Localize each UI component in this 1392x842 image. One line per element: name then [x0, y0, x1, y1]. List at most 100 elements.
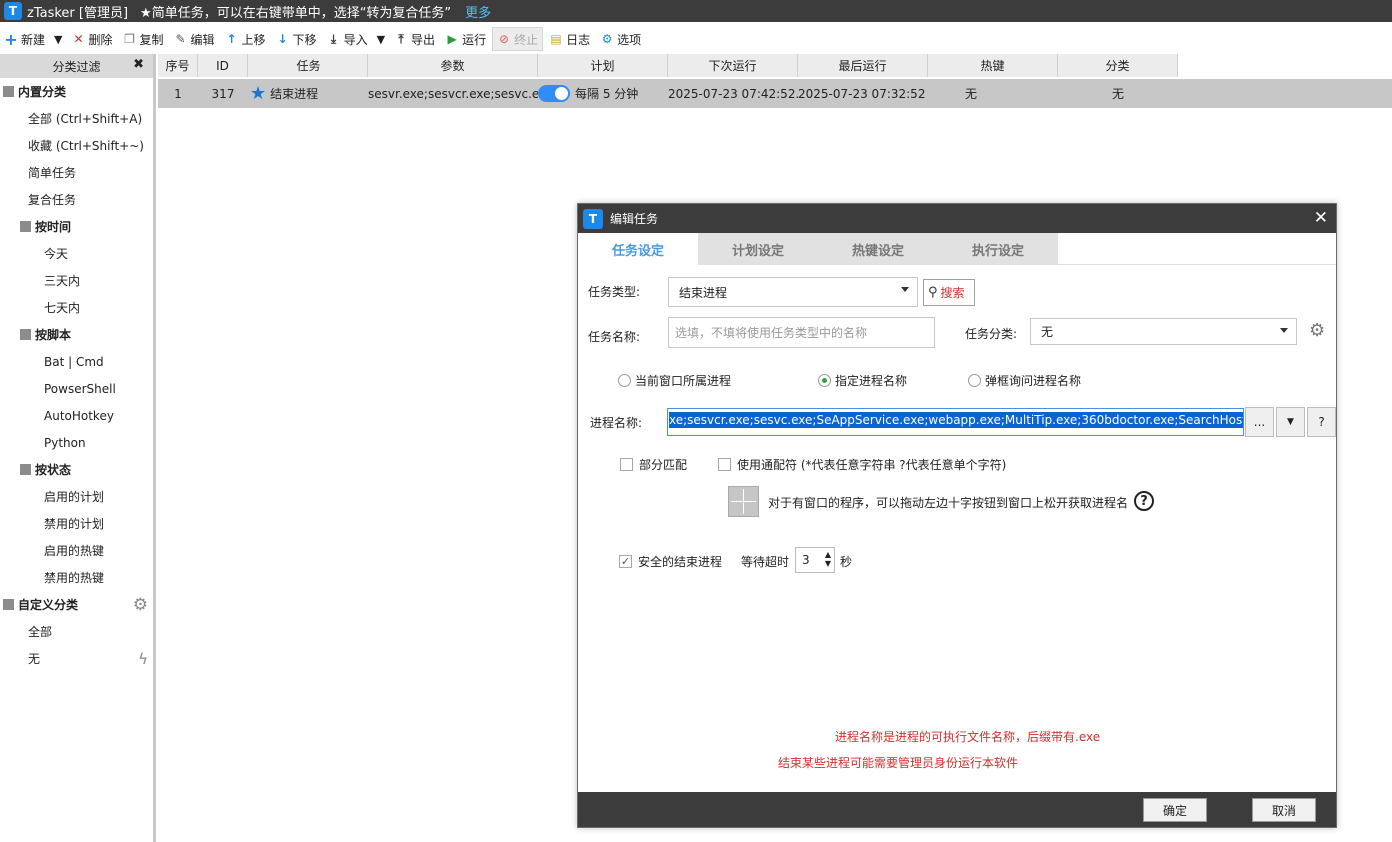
ok-button[interactable]: 确定	[1143, 798, 1207, 822]
sidebar-item-autohotkey[interactable]: AutoHotkey	[0, 402, 153, 429]
group-custom[interactable]: 自定义分类 ⚙	[0, 591, 153, 618]
col-param[interactable]: 参数	[368, 54, 538, 77]
col-hotkey[interactable]: 热键	[928, 54, 1058, 77]
arrow-up-icon: ↑	[226, 32, 237, 46]
help-button[interactable]: ?	[1307, 407, 1336, 437]
stepper-arrows-icon[interactable]: ▲ ▼	[825, 550, 831, 568]
group-by-script[interactable]: 按脚本	[0, 321, 153, 348]
move-down-button[interactable]: ↓ 下移	[272, 27, 321, 51]
log-icon: ▤	[550, 32, 562, 46]
cell-hotkey: 无	[965, 87, 978, 101]
category-sidebar: 分类过滤 ✖ 内置分类 全部 (Ctrl+Shift+A) 收藏 (Ctrl+S…	[0, 54, 156, 842]
sidebar-item-hotkey-enabled[interactable]: 启用的热键	[0, 537, 153, 564]
copy-button[interactable]: ❐ 复制	[119, 27, 168, 51]
collapse-icon	[3, 599, 14, 610]
sidebar-item-custom-all[interactable]: 全部	[0, 618, 153, 645]
import-button[interactable]: ⤓ 导入	[323, 27, 372, 51]
star-icon[interactable]: ★	[250, 83, 266, 104]
new-dropdown-button[interactable]: ▼	[51, 27, 65, 51]
forbidden-icon: ⊘	[499, 32, 510, 46]
sidebar-item-powershell[interactable]: PowserShell	[0, 375, 153, 402]
sidebar-item-compound[interactable]: 复合任务	[0, 186, 153, 213]
col-seq[interactable]: 序号	[158, 54, 198, 77]
partial-match-checkbox[interactable]: 部分匹配	[620, 456, 687, 473]
search-button[interactable]: ⚲ 搜索	[923, 279, 975, 306]
app-logo-icon: T	[583, 208, 603, 229]
log-button[interactable]: ▤ 日志	[545, 27, 594, 51]
drag-tip: 对于有窗口的程序，可以拖动左边十字按钮到窗口上松开获取进程名	[768, 496, 1129, 510]
sidebar-item-python[interactable]: Python	[0, 429, 153, 456]
task-name-input[interactable]: 选填，不填将使用任务类型中的名称	[668, 317, 935, 348]
sidebar-item-all[interactable]: 全部 (Ctrl+Shift+A)	[0, 105, 153, 132]
sidebar-item-three-days[interactable]: 三天内	[0, 267, 153, 294]
sidebar-item-simple[interactable]: 简单任务	[0, 159, 153, 186]
sidebar-item-favorites[interactable]: 收藏 (Ctrl+Shift+~)	[0, 132, 153, 159]
stop-button[interactable]: ⊘ 终止	[492, 27, 544, 51]
browse-button[interactable]: ...	[1245, 407, 1274, 437]
radio-circle-icon	[968, 374, 981, 387]
lightning-icon: ϟ	[138, 649, 148, 668]
col-task[interactable]: 任务	[248, 54, 368, 77]
note-exe: 进程名称是进程的可执行文件名称，后缀带有.exe	[835, 730, 1101, 744]
collapse-icon	[20, 329, 31, 340]
new-button[interactable]: + 新建	[0, 27, 49, 51]
group-by-state[interactable]: 按状态	[0, 456, 153, 483]
close-icon[interactable]: ✖	[133, 57, 144, 72]
table-row[interactable]: 1 317 ★ 结束进程 sesvr.exe;sesvcr.exe;sesvc.e…	[158, 79, 1392, 108]
edit-button[interactable]: ✎ 编辑	[170, 27, 219, 51]
group-by-time[interactable]: 按时间	[0, 213, 153, 240]
tab-exec-settings[interactable]: 执行设定	[938, 233, 1058, 265]
wait-timeout-stepper[interactable]: 3 ▲ ▼	[795, 547, 835, 573]
triangle-down-icon: ▼	[376, 32, 386, 46]
col-category[interactable]: 分类	[1058, 54, 1178, 77]
task-category-select[interactable]: 无	[1030, 318, 1297, 345]
tab-task-settings[interactable]: 任务设定	[578, 233, 698, 265]
arrow-down-icon: ↓	[277, 32, 288, 46]
gear-icon[interactable]: ⚙	[133, 595, 148, 615]
note-admin: 结束某些进程可能需要管理员身份运行本软件	[778, 756, 1019, 770]
close-icon[interactable]: ✕	[1314, 208, 1328, 228]
col-next-run[interactable]: 下次运行	[668, 54, 798, 77]
task-type-select[interactable]: 结束进程	[668, 277, 918, 307]
wildcard-checkbox[interactable]: 使用通配符 (*代表任意字符串 ?代表任意单个字符)	[718, 456, 1006, 473]
triangle-down-icon: ▼	[54, 32, 63, 46]
process-name-input[interactable]: xe;sesvcr.exe;sesvc.exe;SeAppService.exe…	[667, 408, 1244, 436]
group-builtin[interactable]: 内置分类	[0, 78, 153, 105]
dialog-title: 编辑任务	[610, 212, 659, 226]
col-plan[interactable]: 计划	[538, 54, 668, 77]
col-last-run[interactable]: 最后运行	[798, 54, 928, 77]
options-button[interactable]: ⚙ 选项	[596, 27, 645, 51]
cancel-button[interactable]: 取消	[1252, 798, 1316, 822]
sidebar-item-bat[interactable]: Bat | Cmd	[0, 348, 153, 375]
gear-icon[interactable]: ⚙	[1309, 320, 1325, 341]
crosshair-drag-handle[interactable]	[728, 486, 759, 517]
delete-button[interactable]: ✕ 删除	[67, 27, 116, 51]
move-up-button[interactable]: ↑ 上移	[221, 27, 270, 51]
sidebar-item-hotkey-disabled[interactable]: 禁用的热键	[0, 564, 153, 591]
task-type-label: 任务类型:	[588, 285, 641, 299]
safe-kill-checkbox[interactable]: ✓ 安全的结束进程	[619, 553, 722, 570]
run-button[interactable]: ▶ 运行	[441, 27, 490, 51]
play-icon: ▶	[447, 32, 457, 46]
sidebar-item-plan-disabled[interactable]: 禁用的计划	[0, 510, 153, 537]
process-dropdown-button[interactable]: ▼	[1276, 407, 1305, 437]
cell-seq: 1	[174, 86, 182, 101]
tab-hotkey-settings[interactable]: 热键设定	[818, 233, 938, 265]
radio-current-window[interactable]: 当前窗口所属进程	[618, 372, 731, 389]
radio-named-process[interactable]: 指定进程名称	[818, 372, 907, 389]
tab-plan-settings[interactable]: 计划设定	[698, 233, 818, 265]
col-id[interactable]: ID	[198, 54, 248, 77]
export-button[interactable]: ⤒ 导出	[390, 27, 439, 51]
radio-prompt-process[interactable]: 弹框询问进程名称	[968, 372, 1081, 389]
title-bar: T zTasker [管理员] ★简单任务，可以在右键带单中，选择“转为复合任务…	[0, 0, 1392, 22]
question-icon[interactable]: ?	[1134, 491, 1154, 511]
sidebar-item-seven-days[interactable]: 七天内	[0, 294, 153, 321]
more-link[interactable]: 更多	[465, 2, 491, 21]
sidebar-item-plan-enabled[interactable]: 启用的计划	[0, 483, 153, 510]
dialog-tabs: 任务设定 计划设定 热键设定 执行设定	[578, 233, 1336, 265]
sidebar-item-today[interactable]: 今天	[0, 240, 153, 267]
plan-toggle[interactable]	[538, 85, 570, 102]
sidebar-item-none[interactable]: 无ϟ	[0, 645, 153, 672]
collapse-icon	[20, 221, 31, 232]
import-dropdown-button[interactable]: ▼	[374, 27, 388, 51]
